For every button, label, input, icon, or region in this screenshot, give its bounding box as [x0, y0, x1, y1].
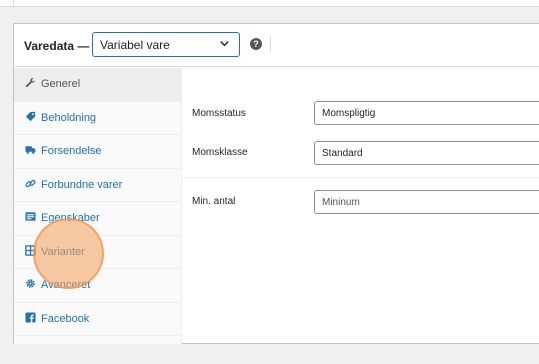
top-panel-edge — [13, 0, 14, 7]
chevron-down-icon — [220, 41, 229, 47]
tax-class-label: Momsklasse — [192, 147, 248, 158]
product-type-select[interactable]: Variabel vare — [92, 32, 240, 57]
tax-status-value: Momspligtig — [322, 108, 376, 119]
product-type-value: Variabel vare — [100, 38, 170, 52]
tab-label: Egenskaber — [41, 212, 100, 224]
gear-icon — [26, 279, 35, 288]
tax-status-label: Momsstatus — [192, 108, 246, 119]
tab-shipping[interactable]: Forsendelse — [14, 135, 181, 169]
min-qty-label: Min. antal — [192, 196, 236, 207]
tab-label: Beholdning — [41, 111, 97, 124]
product-data-label: Varedata — — [24, 39, 90, 53]
tab-label: Varianter — [41, 245, 85, 258]
tab-label: Forbundne varer — [41, 178, 123, 191]
tab-linked-products[interactable]: Forbundne varer — [14, 169, 181, 202]
tab-variations[interactable]: Varianter — [14, 236, 181, 269]
tag-icon — [25, 111, 36, 121]
facebook-icon — [25, 311, 36, 323]
tab-general[interactable]: Generel — [14, 68, 181, 102]
product-data-header: Varedata — Variabel vare ? — [14, 24, 539, 67]
truck-icon — [25, 146, 36, 154]
header-separator — [270, 36, 271, 52]
top-panel — [0, 0, 539, 7]
tab-inventory[interactable]: Beholdning — [14, 102, 181, 135]
tax-class-value: Standard — [322, 148, 363, 159]
tab-label: Generel — [41, 78, 81, 90]
field-divider — [183, 177, 539, 178]
tab-label: Facebook — [41, 312, 90, 325]
general-panel: Momsstatus Momspligtig Momsklasse Standa… — [183, 68, 539, 344]
tab-attributes[interactable]: Egenskaber — [14, 202, 181, 236]
product-data-tabs: Generel Beholdning Forsendelse Forbundne… — [14, 68, 182, 344]
list-icon — [25, 212, 36, 221]
tab-label: Forsendelse — [41, 145, 102, 157]
product-data-box: Varedata — Variabel vare ? Generel Behol… — [13, 23, 539, 344]
min-qty-input[interactable]: Mininum — [314, 190, 539, 214]
tax-status-select[interactable]: Momspligtig — [314, 101, 539, 125]
grid-icon — [25, 244, 36, 256]
link-icon — [25, 179, 36, 187]
tax-class-select[interactable]: Standard — [314, 141, 539, 165]
wrench-icon — [25, 77, 36, 88]
tab-facebook[interactable]: Facebook — [14, 303, 181, 336]
min-qty-placeholder: Mininum — [322, 197, 360, 208]
help-icon[interactable]: ? — [250, 38, 262, 50]
tab-advanced[interactable]: Avanceret — [14, 269, 181, 303]
tab-label: Avanceret — [41, 279, 91, 291]
